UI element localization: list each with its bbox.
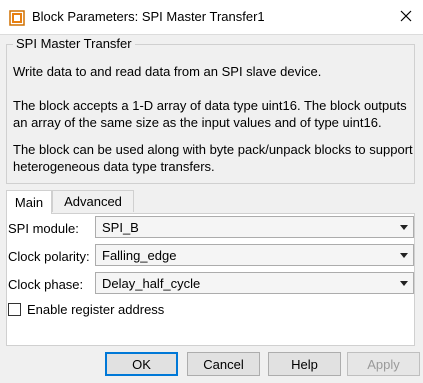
close-icon	[400, 10, 412, 25]
enable-register-address-row: Enable register address	[8, 302, 164, 317]
tab-advanced[interactable]: Advanced	[52, 190, 134, 212]
ok-button-label: OK	[132, 356, 151, 372]
tab-main-label: Main	[14, 195, 44, 210]
enable-register-address-checkbox[interactable]	[8, 303, 21, 316]
tab-main[interactable]: Main	[6, 190, 52, 214]
clock-phase-select[interactable]: Delay_half_cycle	[95, 272, 414, 294]
simulink-block-icon	[9, 10, 25, 26]
description-line-3: The block can be used along with byte pa…	[13, 142, 413, 174]
spi-module-value: SPI_B	[102, 219, 139, 235]
chevron-down-icon	[395, 280, 413, 286]
cancel-button[interactable]: Cancel	[187, 352, 260, 376]
help-button[interactable]: Help	[268, 352, 341, 376]
window-title: Block Parameters: SPI Master Transfer1	[32, 9, 265, 24]
description-line-1: Write data to and read data from an SPI …	[13, 64, 322, 79]
spi-module-select[interactable]: SPI_B	[95, 216, 414, 238]
help-button-label: Help	[291, 356, 318, 372]
group-legend: SPI Master Transfer	[13, 36, 135, 51]
block-description-group: SPI Master Transfer Write data to and re…	[6, 36, 415, 184]
clock-polarity-label: Clock polarity:	[8, 249, 90, 264]
enable-register-address-label: Enable register address	[27, 302, 165, 317]
clock-polarity-select[interactable]: Falling_edge	[95, 244, 414, 266]
clock-phase-label: Clock phase:	[8, 277, 84, 292]
close-button[interactable]	[389, 0, 423, 34]
clock-phase-value: Delay_half_cycle	[102, 275, 201, 291]
title-bar: Block Parameters: SPI Master Transfer1	[0, 0, 423, 35]
apply-button[interactable]: Apply	[347, 352, 420, 376]
tab-advanced-label: Advanced	[64, 194, 122, 209]
chevron-down-icon	[395, 252, 413, 258]
spi-module-label: SPI module:	[8, 221, 79, 236]
cancel-button-label: Cancel	[203, 356, 244, 372]
description-line-2: The block accepts a 1-D array of data ty…	[13, 98, 407, 130]
ok-button[interactable]: OK	[105, 352, 178, 376]
apply-button-label: Apply	[367, 356, 400, 372]
chevron-down-icon	[395, 224, 413, 230]
clock-polarity-value: Falling_edge	[102, 247, 177, 263]
